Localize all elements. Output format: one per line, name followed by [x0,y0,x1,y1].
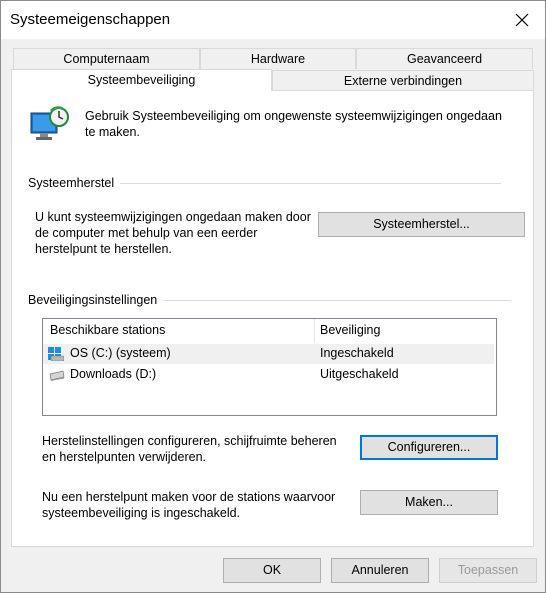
drive-icon [49,370,65,381]
column-header-drives[interactable]: Beschikbare stations [50,323,165,337]
list-header: Beschikbare stations Beveiliging [43,319,496,343]
intro-text: Gebruik Systeembeveiliging om ongewenste… [85,109,502,139]
title-bar[interactable]: Systeemeigenschappen [1,1,545,39]
system-drive-icon [48,347,64,361]
system-protection-icon [30,106,69,140]
close-button[interactable] [499,1,545,39]
system-properties-dialog: Systeemeigenschappen Computernaam Hardwa… [0,0,546,593]
drive-status: Uitgeschakeld [320,367,399,381]
window-title: Systeemeigenschappen [10,11,171,28]
column-separator[interactable] [314,319,315,343]
configure-description: Herstelinstellingen configureren, schijf… [42,434,337,464]
list-item[interactable]: Downloads (D:) Uitgeschakeld [43,365,494,385]
list-item[interactable]: OS (C:) (systeem) Ingeschakeld [43,344,494,364]
tab-advanced[interactable]: Geavanceerd [356,48,533,69]
create-description: Nu een herstelpunt maken voor de station… [42,490,336,520]
drives-list[interactable]: Beschikbare stations Beveiliging OS (C:)… [42,318,497,416]
protection-group-label: Beveiligingsinstellingen [28,293,164,307]
tab-computername[interactable]: Computernaam [13,48,200,69]
column-header-protection[interactable]: Beveiliging [320,323,380,337]
ok-button[interactable]: OK [223,558,321,583]
drive-name: OS (C:) (systeem) [70,346,171,360]
tab-remote[interactable]: Externe verbindingen [272,70,534,91]
tab-panel: Gebruik Systeembeveiliging om ongewenste… [11,90,534,547]
cancel-button[interactable]: Annuleren [331,558,429,583]
tab-system-protection[interactable]: Systeembeveiliging [11,69,272,91]
drive-status: Ingeschakeld [320,346,394,360]
configure-button[interactable]: Configureren... [360,435,498,460]
restore-group-label: Systeemherstel [28,176,121,190]
restore-description: U kunt systeemwijzigingen ongedaan maken… [35,210,311,256]
close-icon [515,13,529,27]
tab-hardware[interactable]: Hardware [200,48,356,69]
system-restore-button[interactable]: Systeemherstel... [318,212,525,237]
apply-button[interactable]: Toepassen [439,558,537,583]
create-button[interactable]: Maken... [360,490,498,515]
drive-name: Downloads (D:) [70,367,157,381]
